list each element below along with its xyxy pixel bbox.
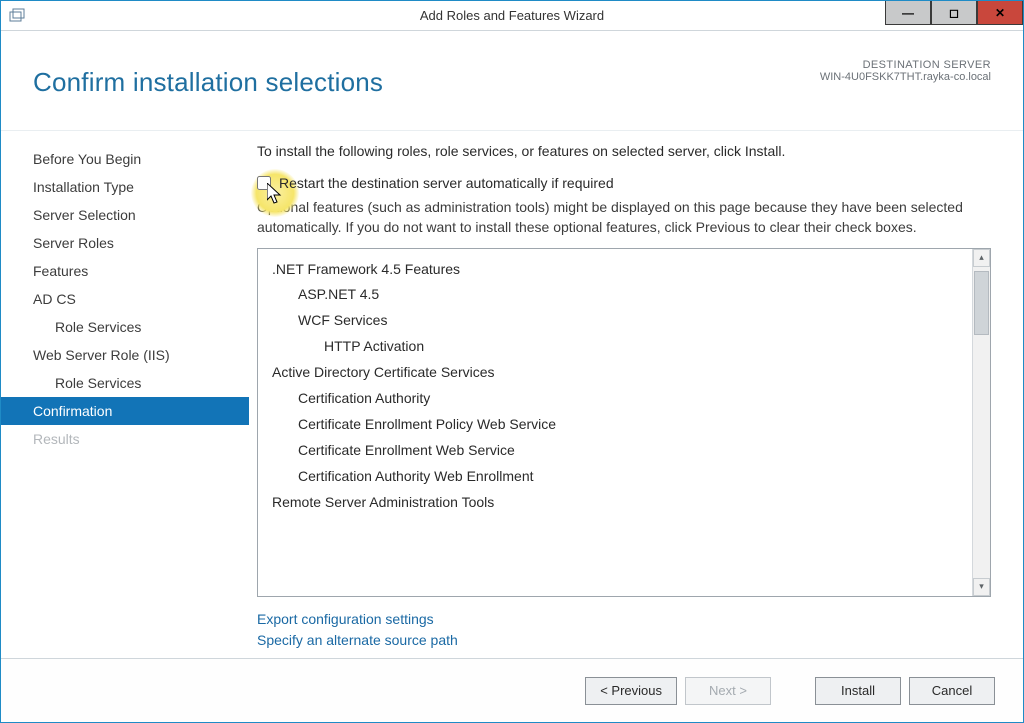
footer: < Previous Next > Install Cancel: [1, 658, 1023, 722]
maximize-button[interactable]: ◻: [931, 1, 977, 25]
feature-item[interactable]: Certification Authority Web Enrollment: [272, 464, 966, 490]
feature-item[interactable]: Certification Authority: [272, 386, 966, 412]
window-title: Add Roles and Features Wizard: [420, 8, 604, 23]
previous-button[interactable]: < Previous: [585, 677, 677, 705]
wizard-nav: Before You BeginInstallation TypeServer …: [1, 131, 249, 658]
scroll-track[interactable]: [973, 267, 990, 578]
restart-label[interactable]: Restart the destination server automatic…: [279, 175, 614, 191]
nav-item-server-selection[interactable]: Server Selection: [1, 201, 249, 229]
nav-item-web-server-role-iis-[interactable]: Web Server Role (IIS): [1, 341, 249, 369]
restart-option-row: Restart the destination server automatic…: [257, 175, 991, 191]
nav-item-results: Results: [1, 425, 249, 453]
wizard-window: Add Roles and Features Wizard — ◻ ✕ Conf…: [0, 0, 1024, 723]
nav-item-role-services[interactable]: Role Services: [1, 369, 249, 397]
nav-item-confirmation[interactable]: Confirmation: [1, 397, 249, 425]
scroll-thumb[interactable]: [974, 271, 989, 335]
nav-item-features[interactable]: Features: [1, 257, 249, 285]
alternate-source-link[interactable]: Specify an alternate source path: [257, 630, 991, 652]
cursor-icon: [267, 183, 287, 207]
feature-item[interactable]: .NET Framework 4.5 Features: [272, 257, 966, 283]
nav-item-installation-type[interactable]: Installation Type: [1, 173, 249, 201]
features-listbox: .NET Framework 4.5 FeaturesASP.NET 4.5WC…: [257, 248, 991, 597]
nav-item-role-services[interactable]: Role Services: [1, 313, 249, 341]
feature-item[interactable]: Certificate Enrollment Web Service: [272, 438, 966, 464]
feature-item[interactable]: WCF Services: [272, 308, 966, 334]
optional-features-note: Optional features (such as administratio…: [257, 197, 991, 238]
scrollbar[interactable]: ▴ ▾: [972, 249, 990, 596]
scroll-up-button[interactable]: ▴: [973, 249, 990, 267]
destination-label: DESTINATION SERVER: [820, 59, 991, 71]
scroll-down-button[interactable]: ▾: [973, 578, 990, 596]
intro-text: To install the following roles, role ser…: [257, 143, 991, 159]
nav-item-before-you-begin[interactable]: Before You Begin: [1, 145, 249, 173]
close-button[interactable]: ✕: [977, 1, 1023, 25]
destination-server-name: WIN-4U0FSKK7THT.rayka-co.local: [820, 71, 991, 83]
nav-item-server-roles[interactable]: Server Roles: [1, 229, 249, 257]
action-links: Export configuration settings Specify an…: [257, 609, 991, 652]
page-title: Confirm installation selections: [33, 67, 383, 98]
export-settings-link[interactable]: Export configuration settings: [257, 609, 991, 631]
header: Confirm installation selections DESTINAT…: [1, 31, 1023, 131]
install-button[interactable]: Install: [815, 677, 901, 705]
window-controls: — ◻ ✕: [885, 1, 1023, 25]
feature-item[interactable]: Remote Server Administration Tools: [272, 490, 966, 516]
features-list[interactable]: .NET Framework 4.5 FeaturesASP.NET 4.5WC…: [258, 249, 972, 596]
minimize-button[interactable]: —: [885, 1, 931, 25]
cancel-button[interactable]: Cancel: [909, 677, 995, 705]
titlebar: Add Roles and Features Wizard — ◻ ✕: [1, 1, 1023, 31]
nav-item-ad-cs[interactable]: AD CS: [1, 285, 249, 313]
content-area: To install the following roles, role ser…: [249, 131, 1023, 658]
feature-item[interactable]: ASP.NET 4.5: [272, 282, 966, 308]
feature-item[interactable]: HTTP Activation: [272, 334, 966, 360]
feature-item[interactable]: Certificate Enrollment Policy Web Servic…: [272, 412, 966, 438]
app-icon: [7, 6, 27, 26]
feature-item[interactable]: Active Directory Certificate Services: [272, 360, 966, 386]
next-button: Next >: [685, 677, 771, 705]
destination-info: DESTINATION SERVER WIN-4U0FSKK7THT.rayka…: [820, 59, 991, 83]
